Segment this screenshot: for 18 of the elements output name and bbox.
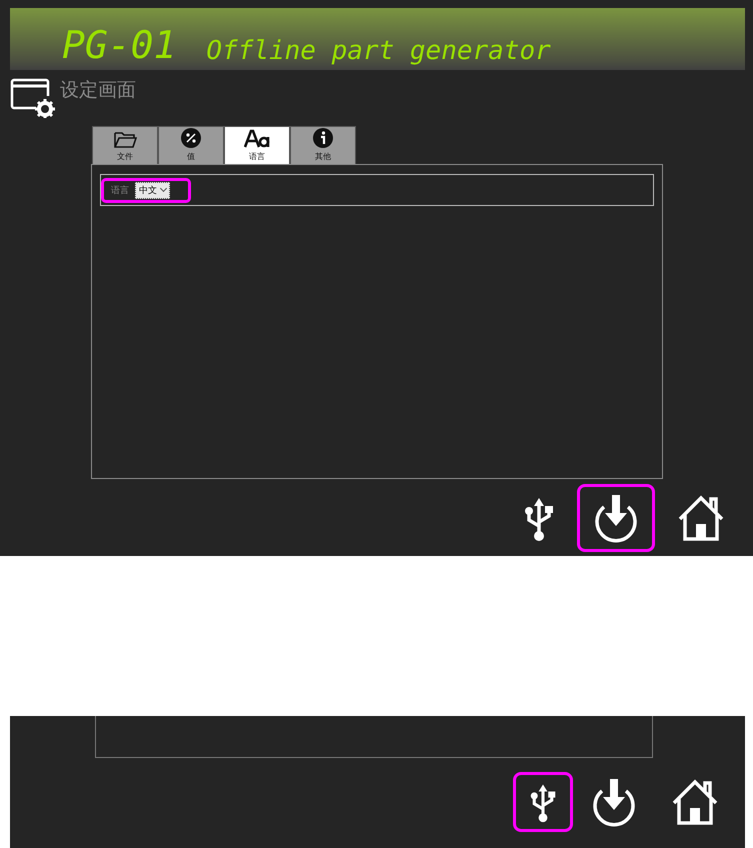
app-title: Offline part generator <box>206 38 551 64</box>
language-dropdown[interactable]: 中文 <box>135 182 170 198</box>
tab[interactable]: 语言 <box>224 126 290 164</box>
font-icon <box>244 129 270 149</box>
tab[interactable]: 值 <box>158 126 224 164</box>
home-icon <box>676 494 726 540</box>
download-button[interactable] <box>577 484 655 552</box>
window-settings-icon <box>10 78 56 118</box>
tab[interactable]: 其他 <box>290 126 356 164</box>
folder-icon <box>113 131 137 149</box>
home-icon <box>670 779 720 825</box>
screen-title: 设定画面 <box>60 78 136 102</box>
info-icon <box>312 127 334 149</box>
usb-button[interactable] <box>513 772 573 832</box>
tab[interactable]: 文件 <box>92 126 158 164</box>
percent-icon <box>180 127 202 149</box>
model-code: PG-01 <box>62 26 176 64</box>
language-label: 语言 <box>111 184 129 196</box>
